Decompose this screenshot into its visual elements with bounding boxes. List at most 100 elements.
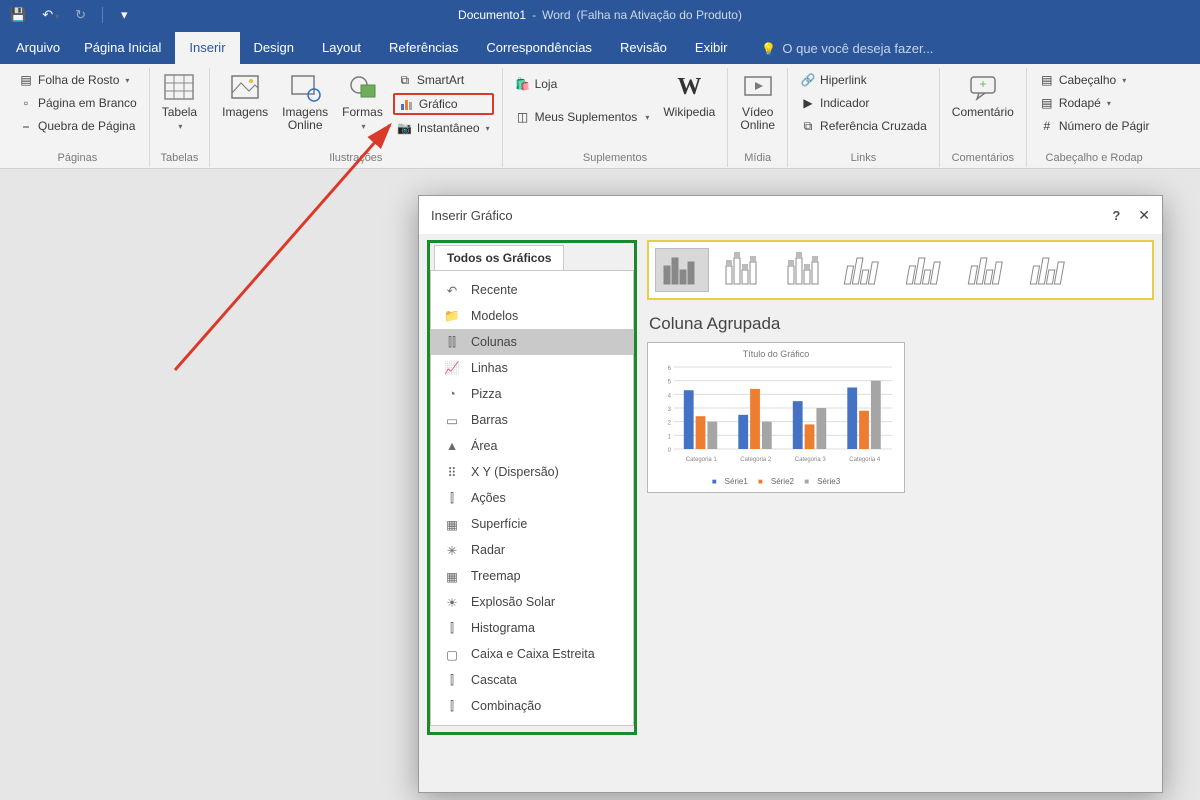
crossref-icon: ⧉ [800, 118, 816, 134]
tab-exibir[interactable]: Exibir [681, 32, 742, 64]
group-midia: Vídeo Online Mídia [728, 68, 788, 167]
online-video-icon [742, 71, 774, 103]
chart-type-icon: ⫿ [443, 698, 461, 714]
imagens-online-button[interactable]: Imagens Online [278, 68, 332, 132]
referencia-cruzada-button[interactable]: ⧉Referência Cruzada [796, 116, 931, 136]
chart-type--rea[interactable]: ▲Área [431, 433, 633, 459]
meus-suplementos-button[interactable]: ◫Meus Suplementos▾ [511, 107, 654, 127]
qat-separator [102, 7, 103, 23]
svg-text:3: 3 [668, 407, 672, 413]
tab-revisao[interactable]: Revisão [606, 32, 681, 64]
imagens-button[interactable]: Imagens [218, 68, 272, 119]
chart-type-modelos[interactable]: 📁Modelos [431, 303, 633, 329]
tab-correspondencias[interactable]: Correspondências [472, 32, 606, 64]
formas-button[interactable]: Formas▾ [338, 68, 387, 132]
chart-type-explos-o-solar[interactable]: ☀Explosão Solar [431, 589, 633, 615]
chart-type-radar[interactable]: ✳Radar [431, 537, 633, 563]
chart-subtype-2[interactable] [779, 248, 833, 292]
svg-text:Categoria 2: Categoria 2 [740, 457, 772, 463]
rodape-button[interactable]: ▤Rodapé▾ [1035, 93, 1154, 113]
tab-design[interactable]: Design [240, 32, 308, 64]
screenshot-icon: 📷 [397, 120, 413, 136]
chart-type-caixa-e-caixa-estreita[interactable]: ▢Caixa e Caixa Estreita [431, 641, 633, 667]
group-label-cabecalho: Cabeçalho e Rodap [1046, 150, 1143, 167]
svg-text:+: + [979, 77, 986, 91]
chart-subtype-1[interactable] [717, 248, 771, 292]
chart-type-cascata[interactable]: ⫿Cascata [431, 667, 633, 693]
chart-subtype-6[interactable] [1027, 248, 1081, 292]
undo-icon[interactable]: ↶▾ [42, 7, 59, 23]
folha-de-rosto-button[interactable]: ▤Folha de Rosto▾ [14, 70, 141, 90]
chart-type-icon: ⫿ [443, 620, 461, 636]
comentario-button[interactable]: + Comentário [948, 68, 1018, 119]
lightbulb-icon: 💡 [761, 42, 776, 56]
header-icon: ▤ [1039, 72, 1055, 88]
chart-type-a-es[interactable]: ⫿Ações [431, 485, 633, 511]
table-icon [163, 71, 195, 103]
chart-preview-thumbnail[interactable]: Título do Gráfico 0123456Categoria 1Cate… [647, 342, 905, 493]
tab-inserir[interactable]: Inserir [175, 32, 239, 64]
chart-type-histograma[interactable]: ⫿Histograma [431, 615, 633, 641]
title-bar: 💾 ↶▾ ↻ ▾ Documento1 - Word (Falha na Ati… [0, 0, 1200, 30]
tabela-button[interactable]: Tabela▾ [158, 68, 201, 132]
dialog-title: Inserir Gráfico [431, 208, 513, 223]
qat-customize-icon[interactable]: ▾ [121, 7, 128, 23]
numero-pagina-button[interactable]: #Número de Págir [1035, 116, 1154, 136]
video-online-button[interactable]: Vídeo Online [736, 68, 779, 132]
chart-type-icon: ▲ [443, 438, 461, 454]
chart-type-icon: ▢ [443, 646, 461, 662]
preview-chart-legend: ■Série1 ■Série2 ■Série3 [656, 477, 896, 486]
group-label-suplementos: Suplementos [583, 150, 647, 167]
insert-chart-dialog: Inserir Gráfico ? ✕ Todos os Gráficos ↶R… [418, 195, 1163, 793]
group-cabecalho-rodape: ▤Cabeçalho▾ ▤Rodapé▾ #Número de Págir Ca… [1027, 68, 1162, 167]
chart-type-treemap[interactable]: ▦Treemap [431, 563, 633, 589]
chart-type-superf-cie[interactable]: ▦Superfície [431, 511, 633, 537]
chart-type-combina-o[interactable]: ⫿Combinação [431, 693, 633, 719]
tab-referencias[interactable]: Referências [375, 32, 472, 64]
grafico-button[interactable]: Gráfico [393, 93, 494, 115]
chart-type-barras[interactable]: ▭Barras [431, 407, 633, 433]
chart-type-colunas[interactable]: ⫿⫿Colunas [431, 329, 633, 355]
quebra-de-pagina-button[interactable]: ⎯Quebra de Página [14, 116, 141, 136]
hiperlink-button[interactable]: 🔗Hiperlink [796, 70, 931, 90]
dialog-close-button[interactable]: ✕ [1138, 207, 1150, 224]
dialog-tab-all-charts[interactable]: Todos os Gráficos [434, 245, 564, 270]
chart-type-icon: ⠿ [443, 464, 461, 480]
chart-type-x-y-dispers-o-[interactable]: ⠿X Y (Dispersão) [431, 459, 633, 485]
instantaneo-button[interactable]: 📷Instantâneo▾ [393, 118, 494, 138]
chart-type-icon: ◔ [443, 386, 461, 402]
tab-arquivo[interactable]: Arquivo [6, 32, 70, 64]
chart-type-pizza[interactable]: ◔Pizza [431, 381, 633, 407]
app-name: Word [542, 8, 570, 22]
svg-text:6: 6 [668, 366, 672, 372]
chart-type-linhas[interactable]: 📈Linhas [431, 355, 633, 381]
indicador-button[interactable]: ▶Indicador [796, 93, 931, 113]
group-paginas: ▤Folha de Rosto▾ ▫Página em Branco ⎯Queb… [6, 68, 150, 167]
tell-me-search[interactable]: 💡 O que você deseja fazer... [761, 41, 933, 64]
store-icon: 🛍️ [515, 76, 531, 92]
chart-subtype-0[interactable] [655, 248, 709, 292]
pagina-em-branco-button[interactable]: ▫Página em Branco [14, 93, 141, 113]
chart-subtype-4[interactable] [903, 248, 957, 292]
redo-icon[interactable]: ↻ [75, 7, 86, 23]
group-label-tabelas: Tabelas [160, 150, 198, 167]
cabecalho-button[interactable]: ▤Cabeçalho▾ [1035, 70, 1154, 90]
page-break-icon: ⎯ [18, 118, 34, 134]
cover-page-icon: ▤ [18, 72, 34, 88]
wikipedia-button[interactable]: W Wikipedia [659, 68, 719, 119]
loja-button[interactable]: 🛍️Loja [511, 74, 654, 94]
chart-subtype-5[interactable] [965, 248, 1019, 292]
tab-pagina-inicial[interactable]: Página Inicial [70, 32, 175, 64]
comment-icon: + [967, 71, 999, 103]
shapes-icon [347, 71, 379, 103]
dialog-titlebar: Inserir Gráfico ? ✕ [419, 196, 1162, 234]
footer-icon: ▤ [1039, 95, 1055, 111]
save-icon[interactable]: 💾 [10, 7, 26, 23]
chart-type-recente[interactable]: ↶Recente [431, 277, 633, 303]
dialog-help-button[interactable]: ? [1112, 208, 1120, 223]
svg-text:0: 0 [668, 448, 672, 454]
chart-subtype-3[interactable] [841, 248, 895, 292]
group-label-midia: Mídia [744, 150, 771, 167]
tab-layout[interactable]: Layout [308, 32, 375, 64]
smartart-button[interactable]: ⧉SmartArt [393, 70, 494, 90]
